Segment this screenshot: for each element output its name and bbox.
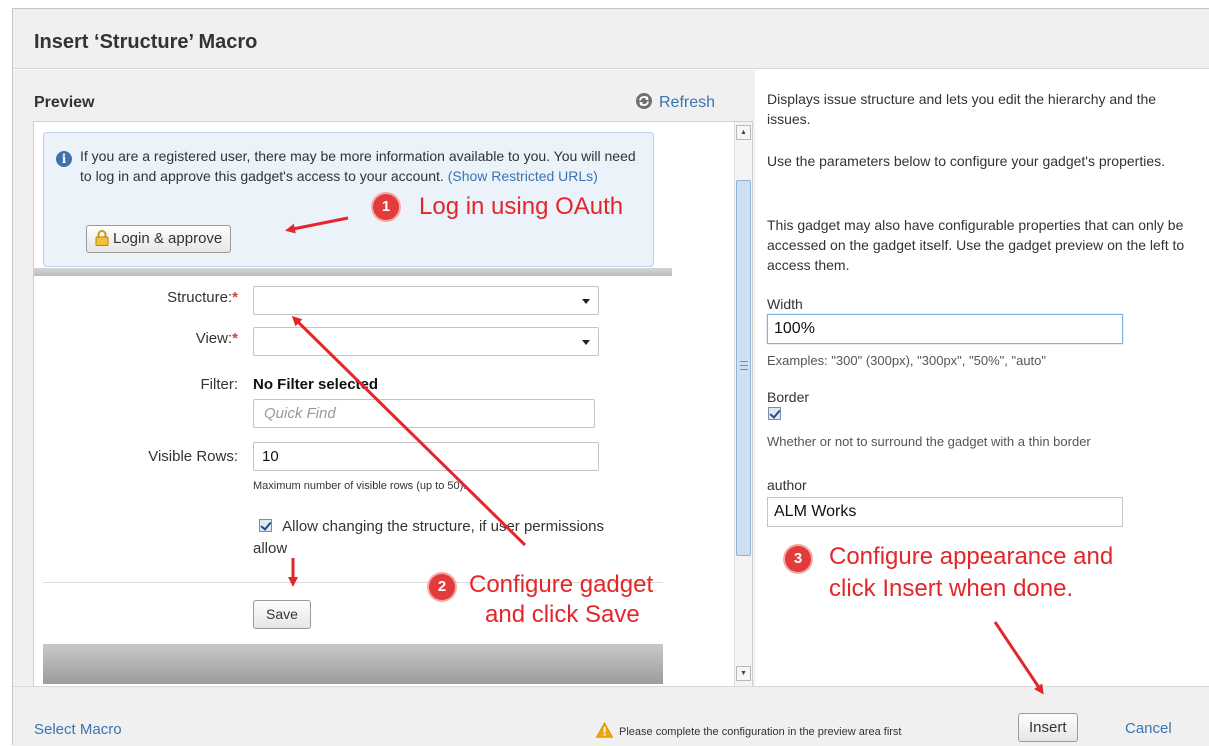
width-label: Width bbox=[767, 296, 803, 312]
structure-select[interactable] bbox=[253, 286, 599, 315]
scrollbar-thumb[interactable] bbox=[736, 180, 751, 556]
login-approve-button[interactable]: Login & approve bbox=[86, 225, 232, 255]
gadget-bottom-band bbox=[43, 644, 663, 684]
insert-button[interactable]: Insert bbox=[1018, 713, 1078, 742]
border-checkbox[interactable] bbox=[768, 407, 781, 420]
refresh-icon bbox=[635, 92, 653, 115]
chevron-down-icon bbox=[582, 340, 590, 345]
allow-change-row: Allow changing the structure, if user pe… bbox=[253, 516, 613, 560]
width-examples: Examples: "300" (300px), "300px", "50%",… bbox=[767, 353, 1047, 368]
lock-icon bbox=[95, 229, 109, 255]
oauth-message-box: i If you are a registered user, there ma… bbox=[43, 132, 654, 267]
border-checkbox-wrap bbox=[768, 407, 781, 422]
insert-macro-dialog: Insert ‘Structure’ Macro Preview Refresh… bbox=[12, 8, 1209, 746]
separator-band bbox=[34, 268, 672, 276]
visible-rows-label: Visible Rows: bbox=[148, 448, 238, 465]
gadget-content: i If you are a registered user, there ma… bbox=[34, 122, 672, 686]
border-label: Border bbox=[767, 389, 810, 405]
required-marker: * bbox=[232, 289, 238, 306]
author-input[interactable]: ALM Works bbox=[767, 497, 1123, 527]
border-hint: Whether or not to surround the gadget wi… bbox=[767, 434, 1091, 449]
oauth-message: If you are a registered user, there may … bbox=[80, 146, 640, 186]
gadget-note: This gadget may also have configurable p… bbox=[767, 217, 1185, 273]
allow-change-label: Allow changing the structure, if user pe… bbox=[253, 518, 604, 557]
warning-text: Please complete the configuration in the… bbox=[619, 726, 902, 738]
form-divider bbox=[43, 582, 663, 583]
dialog-header: Insert ‘Structure’ Macro bbox=[13, 9, 1209, 69]
warning-icon bbox=[595, 721, 614, 741]
view-label: View:* bbox=[195, 330, 238, 347]
filter-value: No Filter selected bbox=[253, 376, 379, 393]
scrollbar-grip-icon bbox=[740, 361, 748, 370]
dialog-title: Insert ‘Structure’ Macro bbox=[34, 31, 258, 53]
refresh-link[interactable]: Refresh bbox=[635, 92, 715, 112]
visible-rows-hint: Maximum number of visible rows (up to 50… bbox=[253, 480, 467, 492]
login-approve-label: Login & approve bbox=[113, 230, 223, 247]
structure-label: Structure:* bbox=[167, 289, 238, 306]
visible-rows-input[interactable]: 10 bbox=[253, 442, 599, 471]
allow-change-checkbox[interactable] bbox=[259, 519, 272, 532]
scroll-down-icon[interactable]: ▼ bbox=[736, 666, 751, 681]
info-icon: i bbox=[56, 151, 72, 167]
refresh-label: Refresh bbox=[659, 94, 716, 111]
config-warning: Please complete the configuration in the… bbox=[595, 721, 902, 741]
cancel-link[interactable]: Cancel bbox=[1125, 720, 1172, 737]
width-input[interactable]: 100% bbox=[767, 314, 1123, 344]
filter-label: Filter: bbox=[200, 376, 239, 393]
params-note: Use the parameters below to configure yo… bbox=[767, 153, 1166, 169]
scroll-up-icon[interactable]: ▲ bbox=[736, 125, 751, 140]
dialog-footer: Select Macro Please complete the configu… bbox=[13, 686, 1209, 746]
chevron-down-icon bbox=[582, 299, 590, 304]
select-macro-link[interactable]: Select Macro bbox=[34, 721, 122, 738]
show-restricted-urls-link[interactable]: (Show Restricted URLs) bbox=[448, 168, 598, 184]
quick-find-input[interactable]: Quick Find bbox=[253, 399, 595, 428]
preview-panel: Preview Refresh i If you are a registere… bbox=[13, 70, 755, 687]
view-select[interactable] bbox=[253, 327, 599, 356]
save-button[interactable]: Save bbox=[253, 600, 311, 629]
preview-title: Preview bbox=[34, 94, 95, 111]
macro-description: Displays issue structure and lets you ed… bbox=[767, 91, 1157, 127]
preview-scrollbar[interactable]: ▲ ▼ bbox=[734, 122, 752, 686]
author-label: author bbox=[767, 477, 807, 493]
gadget-preview-frame: i If you are a registered user, there ma… bbox=[33, 121, 753, 687]
config-panel: Displays issue structure and lets you ed… bbox=[767, 70, 1207, 686]
required-marker: * bbox=[232, 330, 238, 347]
